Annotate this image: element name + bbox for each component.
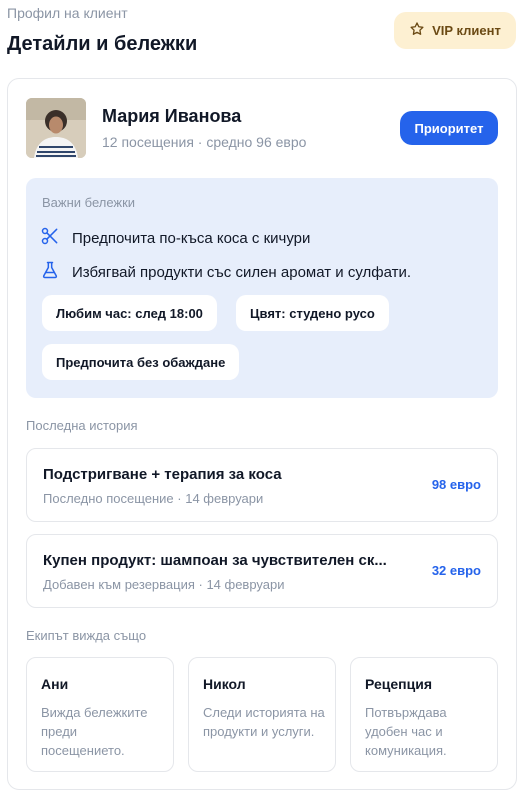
team-member-desc: Следи историята на продукти и услуги. (203, 705, 325, 739)
avatar (26, 98, 86, 158)
note-item: Предпочита по-къса коса с кичури (40, 226, 310, 250)
note-text: Избягвай продукти със силен аромат и сул… (72, 263, 412, 281)
history-item-title: Подстригване + терапия за коса (43, 466, 282, 483)
team-member-desc: Вижда бележките преди посещението. (41, 705, 148, 758)
history-item-subtitle: Последно посещение · 14 февруари (43, 491, 264, 506)
team-member-name: Ани (41, 676, 69, 692)
important-notes: Важни бележки Предпочита по-къса коса с … (26, 178, 498, 398)
team-card: Ани Вижда бележките преди посещението. (26, 657, 174, 772)
client-card: Мария Иванова 12 посещения · средно 96 е… (7, 78, 517, 790)
note-text: Предпочита по-къса коса с кичури (72, 229, 311, 247)
history-item[interactable]: Подстригване + терапия за коса Последно … (26, 448, 498, 522)
preference-chip: Предпочита без обаждане (42, 344, 240, 380)
vip-label: VIP клиент (432, 23, 501, 38)
flask-icon (40, 260, 60, 284)
team-member-desc: Потвърждава удобен час и комуникация. (365, 705, 447, 758)
history-item-price: 32 евро (431, 563, 481, 578)
priority-button[interactable]: Приоритет (400, 111, 498, 145)
history-title: Последна история (26, 418, 138, 433)
preference-chip: Цвят: студено русо (236, 295, 389, 331)
history-item[interactable]: Купен продукт: шампоан за чувствителен с… (26, 534, 498, 608)
team-card: Никол Следи историята на продукти и услу… (188, 657, 336, 772)
preference-chip: Любим час: след 18:00 (42, 295, 217, 331)
client-name: Мария Иванова (102, 106, 242, 126)
star-icon (409, 21, 425, 40)
vip-badge: VIP клиент (394, 12, 516, 49)
note-item: Избягвай продукти със силен аромат и сул… (40, 260, 411, 284)
page-title: Детайли и бележки (7, 33, 198, 55)
history-item-subtitle: Добавен към резервация · 14 февруари (43, 577, 285, 592)
history-item-price: 98 евро (431, 477, 481, 492)
scissors-icon (40, 226, 60, 250)
team-member-name: Никол (203, 676, 246, 692)
notes-title: Важни бележки (42, 195, 136, 210)
team-member-name: Рецепция (365, 676, 433, 692)
client-meta: 12 посещения · средно 96 евро (102, 134, 307, 150)
history-item-title: Купен продукт: шампоан за чувствителен с… (43, 552, 387, 569)
page-eyebrow: Профил на клиент (7, 5, 128, 21)
team-card: Рецепция Потвърждава удобен час и комуни… (350, 657, 498, 772)
team-title: Екипът вижда също (26, 628, 147, 643)
